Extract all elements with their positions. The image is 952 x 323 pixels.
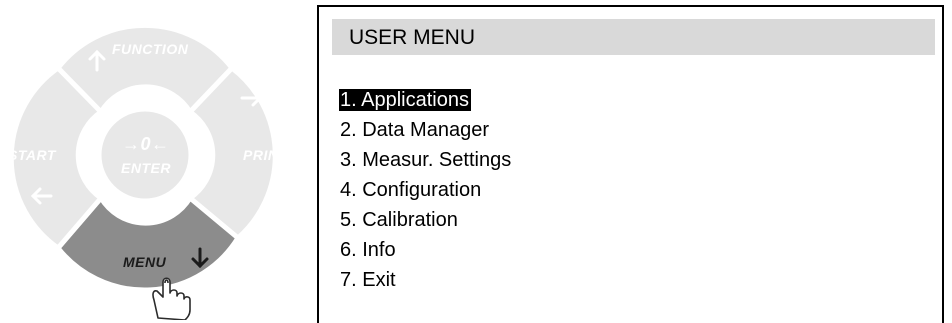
menu-label: MENU: [123, 254, 167, 270]
menu-item-measur-settings[interactable]: 3. Measur. Settings: [339, 145, 513, 175]
menu-item-configuration[interactable]: 4. Configuration: [339, 175, 513, 205]
screen-title: USER MENU: [332, 19, 935, 55]
menu-item-label: 7. Exit: [340, 269, 396, 291]
menu-item-label: 2. Data Manager: [340, 119, 489, 141]
start-label: START: [8, 147, 57, 163]
menu-item-applications[interactable]: 1. Applications: [339, 85, 513, 115]
menu-item-label: 3. Measur. Settings: [340, 149, 512, 171]
keypad-graphic: FUNCTION PRINT START →0← ENTER MENU: [8, 22, 288, 320]
menu-item-label: 5. Calibration: [340, 209, 458, 231]
menu-item-label: 1. Applications: [339, 89, 471, 111]
enter-key[interactable]: [96, 106, 194, 204]
user-menu-list: 1. Applications 2. Data Manager 3. Measu…: [339, 85, 513, 295]
enter-label: ENTER: [121, 160, 171, 176]
keypad: FUNCTION PRINT START →0← ENTER MENU: [0, 0, 300, 320]
menu-item-exit[interactable]: 7. Exit: [339, 265, 513, 295]
menu-item-label: 4. Configuration: [340, 179, 482, 201]
menu-item-info[interactable]: 6. Info: [339, 235, 513, 265]
menu-item-label: 6. Info: [340, 239, 396, 261]
enter-symbol: →0←: [122, 134, 170, 154]
menu-item-calibration[interactable]: 5. Calibration: [339, 205, 513, 235]
device-screen: USER MENU 1. Applications 2. Data Manage…: [317, 5, 944, 323]
print-label: PRINT: [243, 147, 288, 163]
function-label: FUNCTION: [112, 41, 189, 57]
menu-item-data-manager[interactable]: 2. Data Manager: [339, 115, 513, 145]
